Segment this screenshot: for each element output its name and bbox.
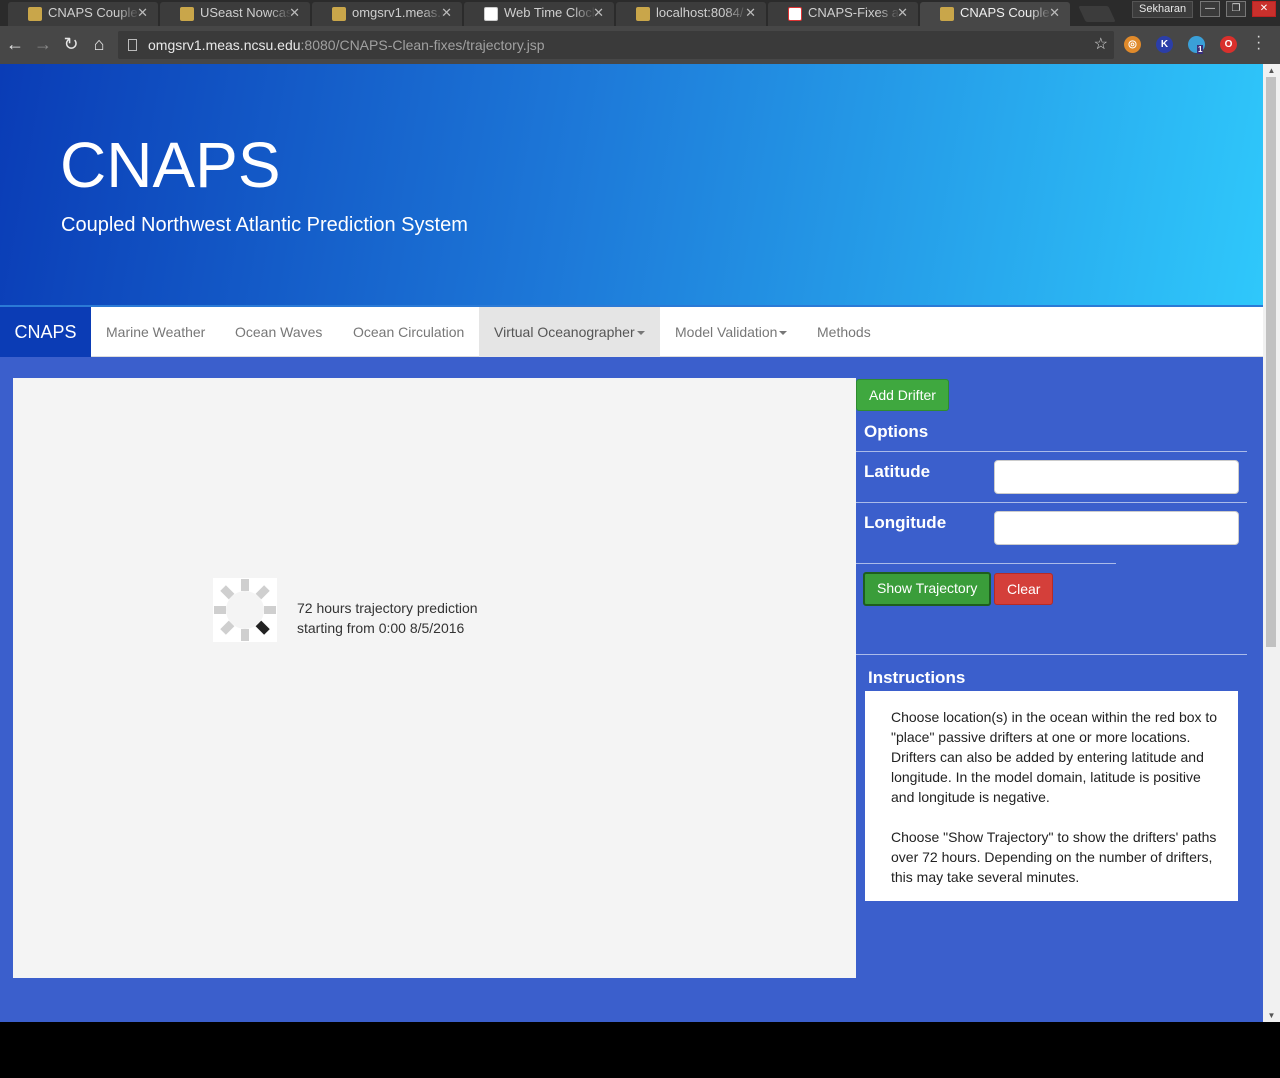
tab-title: CNAPS Coupled: [960, 5, 1052, 20]
back-arrow-icon[interactable]: ←: [4, 33, 26, 55]
loading-line-1: 72 hours trajectory prediction: [297, 600, 478, 616]
add-drifter-button[interactable]: Add Drifter: [856, 379, 949, 411]
close-tab-icon[interactable]: ✕: [289, 2, 300, 24]
page-viewport: CNAPS Coupled Northwest Atlantic Predict…: [0, 64, 1263, 1022]
address-bar[interactable]: omgsrv1.meas.ncsu.edu:8080/CNAPS-Clean-f…: [118, 31, 1114, 59]
clock-favicon-icon: [484, 7, 498, 21]
cnaps-favicon-icon: [180, 7, 194, 21]
divider: [856, 563, 1116, 564]
close-tab-icon[interactable]: ✕: [1049, 2, 1060, 24]
close-tab-icon[interactable]: ✕: [593, 2, 604, 24]
browser-tab[interactable]: CNAPS Coupled ✕: [8, 2, 158, 26]
nav-item-marine-weather[interactable]: Marine Weather: [91, 307, 220, 357]
page-scrollbar[interactable]: ▲ ▼: [1263, 64, 1280, 1022]
nav-item-label: Ocean Waves: [235, 324, 323, 340]
loading-message: 72 hours trajectory prediction starting …: [297, 598, 478, 638]
nav-item-ocean-waves[interactable]: Ocean Waves: [220, 307, 337, 357]
divider: [856, 502, 1247, 503]
bookmark-star-icon[interactable]: ☆: [1094, 31, 1108, 59]
nav-item-label: Marine Weather: [106, 324, 206, 340]
nav-item-label: Model Validation: [675, 324, 778, 340]
show-trajectory-button[interactable]: Show Trajectory: [863, 572, 992, 606]
loading-spinner-icon: [213, 578, 277, 642]
url-path: :8080/CNAPS-Clean-fixes/trajectory.jsp: [300, 37, 545, 53]
tab-title: Web Time Clock: [504, 5, 596, 20]
tab-title: CNAPS Coupled: [48, 5, 140, 20]
latitude-label: Latitude: [864, 462, 931, 481]
instructions-panel: Instructions Choose location(s) in the o…: [864, 663, 1239, 902]
nav-item-model-validation[interactable]: Model Validation: [660, 307, 802, 357]
profile-button[interactable]: Sekharan: [1132, 1, 1194, 18]
scrollbar-thumb[interactable]: [1266, 77, 1276, 647]
dropdown-caret-icon: [636, 331, 645, 336]
close-tab-icon[interactable]: ✕: [137, 2, 148, 24]
browser-tab[interactable]: USeast Nowcas ✕: [160, 2, 310, 26]
hero-title: CNAPS: [60, 129, 281, 201]
reload-icon[interactable]: ↻: [60, 33, 82, 55]
navbar-brand[interactable]: CNAPS: [0, 307, 91, 357]
screen-bottom-bar: [0, 1022, 1280, 1078]
nav-item-ocean-circulation[interactable]: Ocean Circulation: [338, 307, 479, 357]
browser-tab-strip: CNAPS Coupled ✕ USeast Nowcas ✕ omgsrv1.…: [0, 0, 1280, 26]
hero-banner: CNAPS Coupled Northwest Atlantic Predict…: [0, 64, 1263, 306]
options-heading: Options: [864, 422, 929, 441]
browser-tab[interactable]: Web Time Clock ✕: [464, 2, 614, 26]
extension-k-icon[interactable]: K: [1156, 36, 1173, 53]
cnaps-favicon-icon: [940, 7, 954, 21]
divider: [856, 451, 1247, 452]
instructions-paragraph: Choose location(s) in the ocean within t…: [891, 709, 1218, 805]
browser-menu-icon[interactable]: · · ·: [1256, 29, 1261, 57]
tab-title: CNAPS-Fixes an: [808, 5, 900, 20]
browser-tab[interactable]: localhost:8084/ ✕: [616, 2, 766, 26]
forward-arrow-icon[interactable]: →: [32, 33, 54, 55]
nav-item-label: Virtual Oceanographer: [494, 324, 635, 340]
extension-ghost-icon[interactable]: 1: [1188, 36, 1205, 54]
cnaps-favicon-icon: [332, 7, 346, 21]
dropdown-caret-icon: [779, 331, 788, 336]
extension-badge: 1: [1197, 45, 1204, 54]
nav-item-virtual-oceanographer[interactable]: Virtual Oceanographer: [479, 307, 660, 357]
main-navbar: CNAPS Marine Weather Ocean Waves Ocean C…: [0, 305, 1263, 357]
close-tab-icon[interactable]: ✕: [441, 2, 452, 24]
minimize-window-icon[interactable]: —: [1200, 1, 1220, 17]
browser-toolbar: ← → ↻ ⌂ omgsrv1.meas.ncsu.edu:8080/CNAPS…: [0, 26, 1280, 64]
new-tab-button[interactable]: [1078, 6, 1116, 22]
hero-subtitle: Coupled Northwest Atlantic Prediction Sy…: [61, 214, 468, 236]
page-info-icon[interactable]: [128, 39, 137, 51]
tab-title: localhost:8084/: [656, 5, 744, 20]
scroll-down-icon[interactable]: ▼: [1263, 1009, 1280, 1022]
close-tab-icon[interactable]: ✕: [745, 2, 756, 24]
cnaps-favicon-icon: [28, 7, 42, 21]
url-host: omgsrv1.meas.ncsu.edu: [148, 37, 301, 53]
scroll-up-icon[interactable]: ▲: [1263, 64, 1280, 77]
home-icon[interactable]: ⌂: [88, 33, 110, 55]
gmail-favicon-icon: [788, 7, 802, 21]
clear-button[interactable]: Clear: [994, 573, 1054, 605]
longitude-label: Longitude: [864, 513, 947, 532]
nav-item-label: Ocean Circulation: [353, 324, 465, 340]
tab-title: omgsrv1.meas.n: [352, 5, 444, 20]
instructions-body: Choose location(s) in the ocean within t…: [891, 707, 1227, 887]
browser-tab[interactable]: omgsrv1.meas.n ✕: [312, 2, 462, 26]
instructions-paragraph: Choose "Show Trajectory" to show the dri…: [891, 829, 1217, 885]
longitude-input[interactable]: [994, 511, 1239, 545]
browser-tab[interactable]: CNAPS-Fixes an ✕: [768, 2, 918, 26]
extension-opera-icon[interactable]: O: [1220, 36, 1237, 53]
nav-item-methods[interactable]: Methods: [802, 307, 886, 357]
instructions-heading: Instructions: [865, 664, 1238, 691]
latitude-input[interactable]: [994, 460, 1239, 494]
tab-title: USeast Nowcas: [200, 5, 292, 20]
browser-tab-active[interactable]: CNAPS Coupled ✕: [920, 2, 1070, 26]
extension-owl-icon[interactable]: ◎: [1124, 36, 1141, 53]
loading-line-2: starting from 0:00 8/5/2016: [297, 620, 465, 636]
restore-window-icon[interactable]: ❐: [1226, 1, 1246, 17]
divider: [856, 654, 1247, 655]
close-window-icon[interactable]: ✕: [1252, 1, 1276, 17]
cnaps-favicon-icon: [636, 7, 650, 21]
map-panel[interactable]: 72 hours trajectory prediction starting …: [13, 378, 856, 978]
nav-item-label: Methods: [817, 324, 871, 340]
close-tab-icon[interactable]: ✕: [897, 2, 908, 24]
